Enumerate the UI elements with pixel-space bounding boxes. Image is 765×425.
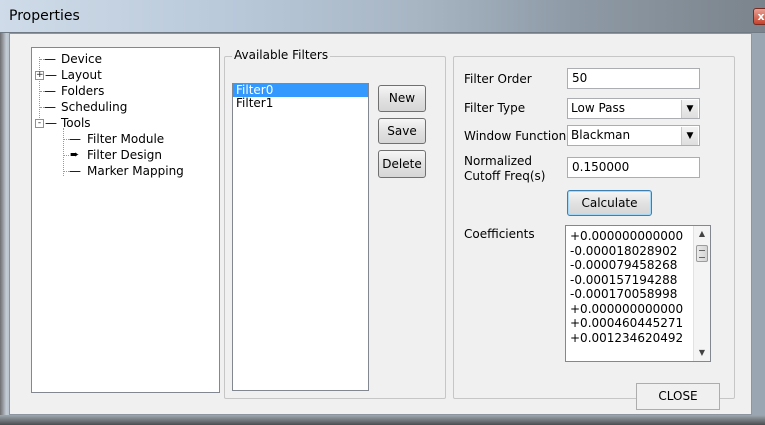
close-icon[interactable]: x <box>753 8 765 25</box>
tree-item-label: Folders <box>61 84 105 98</box>
window-function-value: Blackman <box>571 128 631 142</box>
tree-item-filter-design[interactable]: ➨ Filter Design <box>32 147 219 163</box>
list-item: +0.000000000000 <box>570 301 684 316</box>
expand-icon[interactable]: + <box>35 71 44 80</box>
tree-item-label: Layout <box>61 68 102 82</box>
chevron-down-icon[interactable]: ▼ <box>681 100 698 118</box>
tree-item-label: Scheduling <box>61 100 128 114</box>
tree-item-marker-mapping[interactable]: — Marker Mapping <box>32 163 219 179</box>
filter-order-field[interactable]: 50 <box>567 68 700 89</box>
list-item: -0.000079458268 <box>570 258 678 272</box>
tree-item-filter-module[interactable]: — Filter Module <box>32 131 219 147</box>
tree-item-scheduling[interactable]: — Scheduling <box>32 99 219 115</box>
window-function-select[interactable]: Blackman ▼ <box>567 125 700 146</box>
new-filter-button[interactable]: New <box>378 85 426 112</box>
tree-item-label: Filter Module <box>87 132 165 146</box>
scroll-thumb[interactable] <box>696 245 708 262</box>
available-filters-title: Available Filters <box>232 48 331 62</box>
filter-order-label: Filter Order <box>464 72 532 86</box>
list-item[interactable]: Filter1 <box>233 97 368 110</box>
coefficients-scrollbar[interactable]: ▲ ▼ <box>693 226 710 361</box>
calculate-button[interactable]: Calculate <box>567 190 652 216</box>
delete-filter-button[interactable]: Delete <box>378 150 426 178</box>
tree-item-label: Filter Design <box>87 148 162 162</box>
arrow-right-icon: ➨ <box>70 148 80 161</box>
coefficients-label: Coefficients <box>464 227 535 241</box>
list-item: -0.000018028902 <box>570 243 678 258</box>
list-item: +0.000000000000 <box>570 229 684 243</box>
filter-type-label: Filter Type <box>464 101 526 115</box>
cutoff-label-line2: Cutoff Freq(s) <box>464 169 546 183</box>
chevron-down-icon[interactable]: ▼ <box>681 127 698 145</box>
filter-type-value: Low Pass <box>571 101 625 115</box>
window-function-label: Window Function <box>464 129 567 143</box>
list-item: -0.000157194288 <box>570 272 678 287</box>
save-filter-button[interactable]: Save <box>378 118 426 144</box>
cutoff-label-line1: Normalized <box>464 154 533 168</box>
scroll-up-icon[interactable]: ▲ <box>694 226 710 242</box>
filters-list[interactable]: Filter0 Filter1 <box>232 83 369 391</box>
tree-item-label: Device <box>61 52 103 66</box>
window-title: Properties <box>9 8 80 24</box>
list-item: +0.000460445271 <box>570 316 684 330</box>
tree-item-layout[interactable]: + — Layout <box>32 67 219 83</box>
tree-item-label: Tools <box>61 116 91 130</box>
tree-item-device[interactable]: — Device <box>32 51 219 67</box>
tree-item-tools[interactable]: - — Tools <box>32 115 219 131</box>
list-item: +0.001234620492 <box>570 330 684 345</box>
scroll-down-icon[interactable]: ▼ <box>694 345 710 361</box>
filter-type-select[interactable]: Low Pass ▼ <box>567 98 700 119</box>
window-frame-left <box>0 33 9 415</box>
list-item: -0.000170058998 <box>570 287 678 301</box>
settings-tree[interactable]: — Device + — Layout — Folders — Scheduli… <box>31 47 220 393</box>
tree-item-label: Marker Mapping <box>87 164 184 178</box>
cutoff-freq-field[interactable]: 0.150000 <box>567 157 700 178</box>
window-frame-bottom <box>0 415 765 425</box>
title-bar: Properties <box>0 0 765 33</box>
window-frame-right <box>752 33 765 415</box>
collapse-icon[interactable]: - <box>35 119 44 128</box>
coefficients-list[interactable]: +0.000000000000 -0.000018028902 -0.00007… <box>565 225 711 362</box>
dialog-client-area: — Device + — Layout — Folders — Scheduli… <box>9 33 752 415</box>
tree-item-folders[interactable]: — Folders <box>32 83 219 99</box>
close-button[interactable]: CLOSE <box>636 383 720 410</box>
